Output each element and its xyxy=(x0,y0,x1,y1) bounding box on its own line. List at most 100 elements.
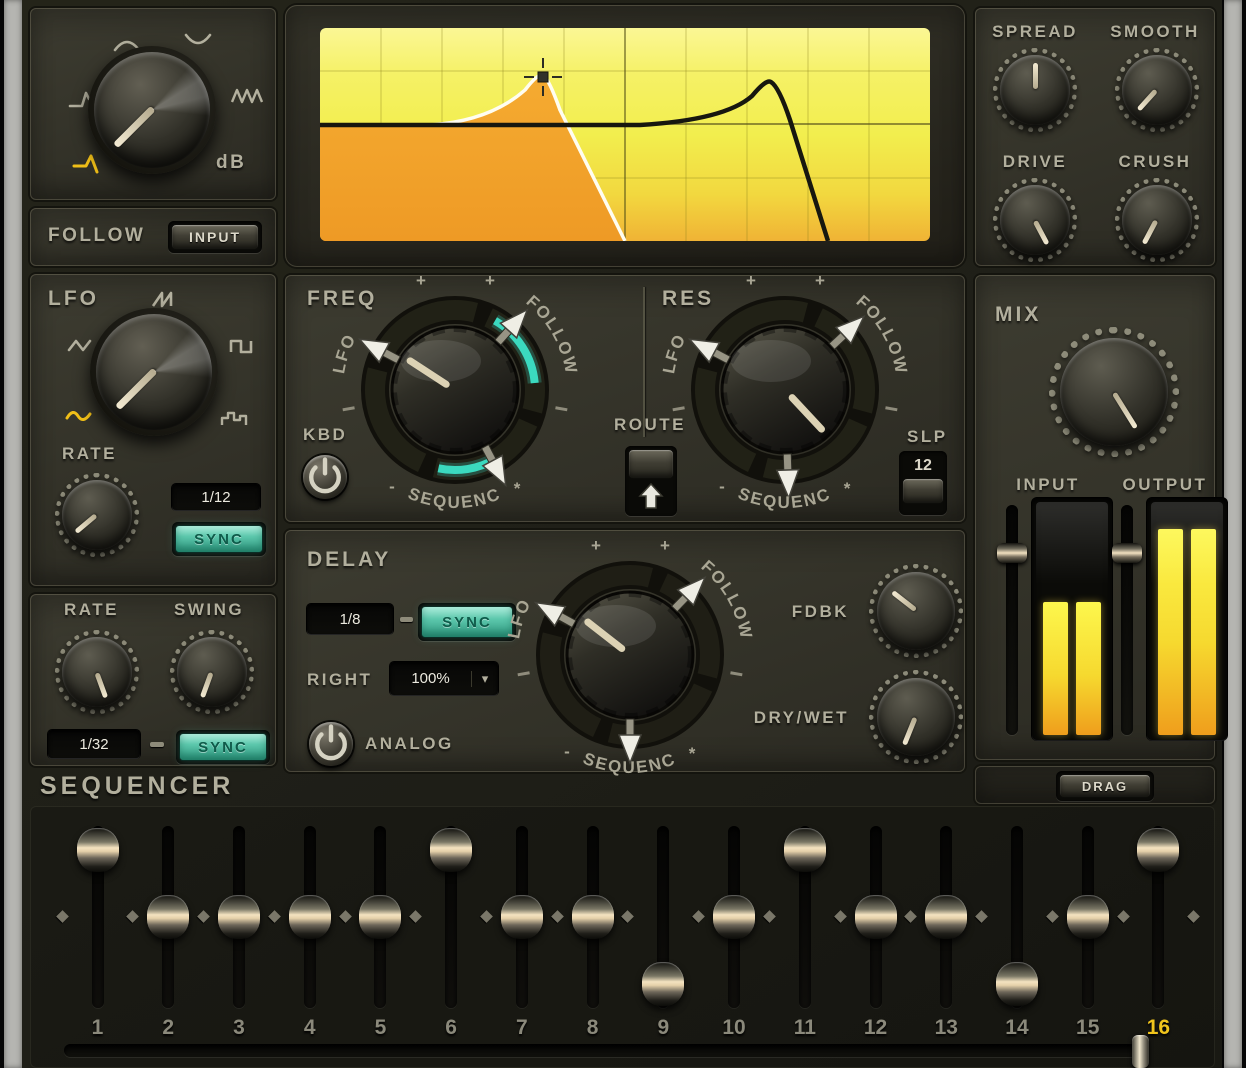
lowpass-icon[interactable] xyxy=(72,152,108,176)
seq-step-number-8: 8 xyxy=(573,1016,613,1040)
comb-icon[interactable] xyxy=(230,86,268,106)
seq-step-handle-6[interactable] xyxy=(430,828,472,872)
drive-knob[interactable] xyxy=(993,178,1077,262)
crush-knob[interactable] xyxy=(1115,178,1199,262)
seq-rate-value[interactable]: 1/32 xyxy=(48,730,140,758)
seq-step-handle-2[interactable] xyxy=(147,895,189,939)
seq-rate-knob[interactable] xyxy=(55,630,139,714)
filter-type-knob[interactable] xyxy=(88,46,216,174)
seq-step-handle-15[interactable] xyxy=(1067,895,1109,939)
follow-panel: FOLLOW INPUT xyxy=(30,208,276,266)
input-gain-slider[interactable] xyxy=(997,543,1027,563)
seq-settings-panel: RATE SWING 1/32 SYNC xyxy=(30,594,276,766)
seq-step-number-10: 10 xyxy=(714,1016,754,1040)
notch-icon[interactable] xyxy=(182,32,214,52)
drag-button[interactable]: DRAG xyxy=(1059,774,1151,798)
seq-step-number-13: 13 xyxy=(926,1016,966,1040)
minus-mark: - xyxy=(564,742,572,761)
seq-step-number-11: 11 xyxy=(785,1016,825,1040)
seq-step-handle-5[interactable] xyxy=(359,895,401,939)
seq-step-number-7: 7 xyxy=(502,1016,542,1040)
lfo-rate-knob[interactable] xyxy=(55,473,139,557)
mix-knob[interactable] xyxy=(1049,327,1179,457)
seq-step-number-3: 3 xyxy=(219,1016,259,1040)
display-bezel xyxy=(285,5,965,267)
seq-step-handle-7[interactable] xyxy=(501,895,543,939)
connector-dash xyxy=(400,617,413,622)
minus-mark: - xyxy=(389,477,397,496)
filter-display[interactable] xyxy=(320,28,930,241)
plugin-window: dB FOLLOW INPUT LFO RATE 1/12 xyxy=(0,0,1246,1068)
seq-step-handle-16[interactable] xyxy=(1137,828,1179,872)
sequencer-panel xyxy=(30,806,1215,1068)
mix-title: MIX xyxy=(995,303,1041,327)
delay-time-value[interactable]: 1/8 xyxy=(307,604,393,634)
plus-mark: + xyxy=(746,271,758,290)
smooth-knob[interactable] xyxy=(1115,48,1199,132)
seq-rate-label: RATE xyxy=(64,600,119,620)
smooth-label: SMOOTH xyxy=(1107,22,1203,42)
filter-curve-graph xyxy=(320,28,930,241)
swing-knob[interactable] xyxy=(170,630,254,714)
seq-step-number-14: 14 xyxy=(997,1016,1037,1040)
seq-step-handle-4[interactable] xyxy=(289,895,331,939)
square-icon[interactable] xyxy=(228,336,258,356)
seq-step-number-4: 4 xyxy=(290,1016,330,1040)
seq-step-handle-1[interactable] xyxy=(77,828,119,872)
seq-step-handle-11[interactable] xyxy=(784,828,826,872)
seq-step-handle-9[interactable] xyxy=(642,962,684,1006)
fdbk-knob[interactable] xyxy=(869,564,963,658)
lfo-rate-value[interactable]: 1/12 xyxy=(172,484,260,510)
seq-sync-button[interactable]: SYNC xyxy=(179,733,267,761)
delay-time-knob[interactable]: + + - * LFO FOLLOW SEQUENCE xyxy=(480,505,780,805)
plugin-body: dB FOLLOW INPUT LFO RATE 1/12 xyxy=(22,0,1222,1068)
lfo-title: LFO xyxy=(48,287,99,311)
display-crosshair[interactable] xyxy=(524,58,562,96)
res-knob[interactable]: + + - * LFO FOLLOW SEQUENCE xyxy=(635,240,935,540)
seq-step-number-6: 6 xyxy=(431,1016,471,1040)
db-label[interactable]: dB xyxy=(216,152,246,174)
res-lfo-label: LFO xyxy=(659,330,690,375)
svg-text:LFO: LFO xyxy=(659,330,690,375)
follow-input-button[interactable]: INPUT xyxy=(171,224,259,250)
seq-step-handle-14[interactable] xyxy=(996,962,1038,1006)
drag-strip: DRAG xyxy=(975,766,1215,804)
left-metal-edge xyxy=(4,0,22,1068)
drywet-knob[interactable] xyxy=(869,670,963,764)
spread-knob[interactable] xyxy=(993,48,1077,132)
follow-label: FOLLOW xyxy=(48,225,145,247)
random-icon[interactable] xyxy=(220,408,254,428)
loop-length-handle[interactable] xyxy=(1132,1035,1149,1068)
lfo-shape-knob[interactable] xyxy=(90,308,218,436)
plus-mark: + xyxy=(591,536,603,555)
output-meter xyxy=(1147,498,1227,740)
plus-mark: + xyxy=(485,271,497,290)
delay-lfo-label: LFO xyxy=(504,595,535,640)
analog-power-button[interactable] xyxy=(309,722,353,766)
analog-label: ANALOG xyxy=(365,734,454,754)
drag-slot: DRAG xyxy=(1056,771,1154,801)
output-gain-track[interactable] xyxy=(1121,505,1133,735)
seq-step-number-1: 1 xyxy=(78,1016,118,1040)
lfo-sync-button[interactable]: SYNC xyxy=(175,525,263,553)
star-mark: * xyxy=(514,479,523,498)
freq-knob[interactable]: + + - * LFO FOLLOW SEQUENCE xyxy=(305,240,605,540)
svg-text:LFO: LFO xyxy=(329,330,360,375)
seq-step-handle-10[interactable] xyxy=(713,895,755,939)
seq-step-handle-12[interactable] xyxy=(855,895,897,939)
input-gain-track[interactable] xyxy=(1006,505,1018,735)
plus-mark: + xyxy=(660,536,672,555)
seq-step-handle-3[interactable] xyxy=(218,895,260,939)
seq-sync-slot: SYNC xyxy=(176,730,270,764)
plus-mark: + xyxy=(416,271,428,290)
output-gain-slider[interactable] xyxy=(1112,543,1142,563)
spread-label: SPREAD xyxy=(987,22,1083,42)
seq-step-handle-8[interactable] xyxy=(572,895,614,939)
seq-step-handle-13[interactable] xyxy=(925,895,967,939)
sine-icon[interactable] xyxy=(64,406,98,428)
sequencer-title: SEQUENCER xyxy=(40,772,234,801)
loop-length-bar[interactable] xyxy=(64,1044,1142,1057)
filter-type-panel: dB xyxy=(30,8,276,200)
input-label: INPUT xyxy=(1003,475,1093,495)
drive-label: DRIVE xyxy=(987,152,1083,172)
